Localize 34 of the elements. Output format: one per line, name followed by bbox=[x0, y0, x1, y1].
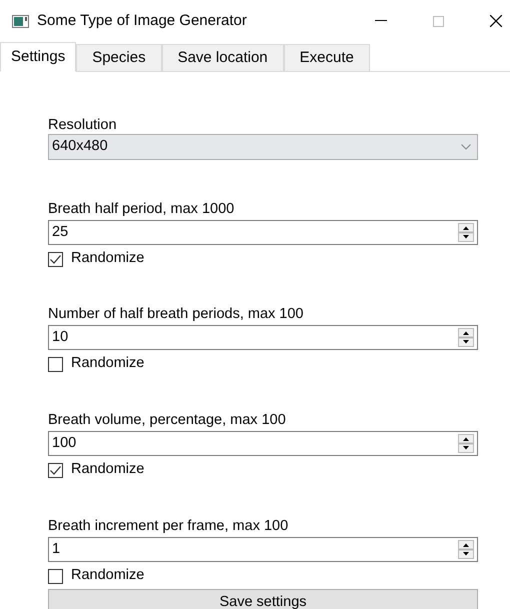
chevron-down-icon bbox=[461, 144, 471, 150]
spinner-arrows-icon[interactable] bbox=[458, 434, 474, 453]
randomize-checkbox[interactable] bbox=[48, 462, 63, 478]
randomize-checkbox[interactable] bbox=[48, 356, 63, 372]
field-label: Breath volume, percentage, max 100 bbox=[48, 411, 287, 430]
number-spinner[interactable]: 10 bbox=[48, 325, 478, 350]
checkbox-label: Randomize bbox=[71, 249, 144, 268]
number-spinner[interactable]: 100 bbox=[48, 431, 478, 456]
spinner-arrows-icon[interactable] bbox=[458, 540, 474, 559]
field-label: Breath half period, max 1000 bbox=[48, 200, 236, 219]
resolution-dropdown[interactable]: 640x480 bbox=[48, 134, 478, 160]
checkmark-icon bbox=[50, 254, 61, 264]
minimize-icon[interactable] bbox=[375, 20, 387, 22]
checkbox-label: Randomize bbox=[71, 566, 144, 586]
tab[interactable]: Save location bbox=[162, 44, 284, 72]
spinner-arrows-icon[interactable] bbox=[458, 328, 474, 347]
window-title: Some Type of Image Generator bbox=[37, 10, 247, 31]
save-settings-button[interactable]: Save settings bbox=[48, 589, 478, 609]
randomize-checkbox[interactable] bbox=[48, 252, 63, 266]
checkmark-icon bbox=[50, 466, 61, 474]
tab[interactable]: Settings bbox=[0, 42, 76, 72]
app-icon bbox=[12, 14, 29, 28]
number-spinner[interactable]: 25 bbox=[48, 220, 478, 245]
spinner-arrows-icon[interactable] bbox=[458, 223, 474, 242]
field-label: Resolution bbox=[48, 116, 118, 134]
field-label: Breath increment per frame, max 100 bbox=[48, 517, 290, 536]
close-icon[interactable] bbox=[490, 15, 502, 27]
field-label: Number of half breath periods, max 100 bbox=[48, 305, 304, 324]
checkbox-label: Randomize bbox=[71, 460, 144, 480]
tab[interactable]: Execute bbox=[284, 44, 370, 72]
number-spinner[interactable]: 1 bbox=[48, 537, 478, 562]
checkbox-label: Randomize bbox=[71, 354, 144, 374]
tab[interactable]: Species bbox=[76, 44, 162, 72]
randomize-checkbox[interactable] bbox=[48, 568, 63, 584]
